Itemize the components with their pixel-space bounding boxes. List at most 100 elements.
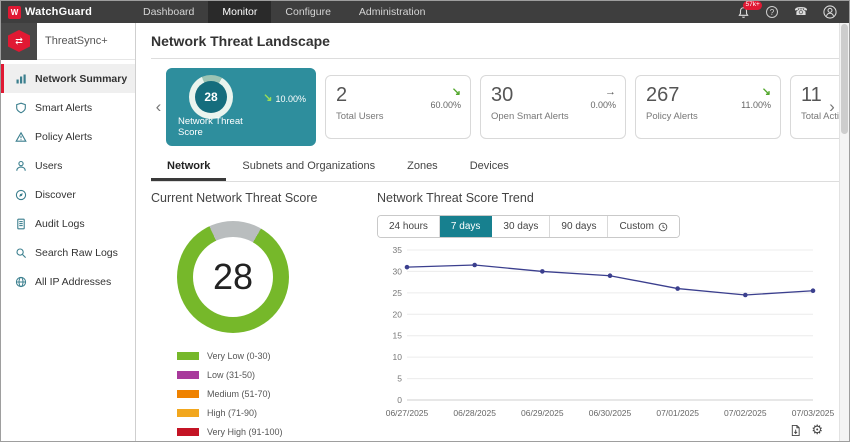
carousel-right-chevron-icon[interactable]: › — [826, 97, 838, 117]
sidebar-item-label: Users — [35, 160, 62, 172]
tab-zones[interactable]: Zones — [391, 152, 454, 181]
sidebar-item-label: Audit Logs — [35, 218, 85, 230]
sidebar-item-smart-alerts[interactable]: Smart Alerts — [1, 93, 135, 122]
legend-label: Low (31-50) — [207, 370, 255, 380]
clock-icon — [658, 222, 668, 232]
card-label: Policy Alerts — [646, 111, 732, 122]
nav-dashboard[interactable]: Dashboard — [129, 1, 208, 23]
summary-card-open-smart-alerts[interactable]: 30 Open Smart Alerts → 0.00% — [480, 75, 626, 139]
notifications-bell-icon[interactable]: 57k+ — [736, 5, 750, 19]
range-90-days[interactable]: 90 days — [550, 216, 608, 237]
time-range-selector: 24 hours 7 days 30 days 90 days Custom — [377, 215, 680, 238]
svg-text:07/02/2025: 07/02/2025 — [724, 408, 767, 418]
carousel-left-chevron-icon[interactable]: ‹ — [151, 97, 166, 117]
watchguard-brand: W WatchGuard — [1, 6, 129, 19]
summary-cards-carousel: ‹ 28 ↘ 10.00% Network Threat Score 2 Tot… — [151, 64, 839, 150]
sidebar-item-label: Network Summary — [35, 73, 127, 85]
summary-card-total-users[interactable]: 2 Total Users ↘ 60.00% — [325, 75, 471, 139]
range-30-days[interactable]: 30 days — [492, 216, 550, 237]
magnifier-icon — [15, 247, 27, 259]
bar-chart-icon — [15, 73, 27, 85]
summary-card-policy-alerts[interactable]: 267 Policy Alerts ↘ 11.00% — [635, 75, 781, 139]
sidebar-item-search-raw-logs[interactable]: Search Raw Logs — [1, 238, 135, 267]
range-custom[interactable]: Custom — [608, 216, 678, 237]
sidebar-item-discover[interactable]: Discover — [1, 180, 135, 209]
svg-text:15: 15 — [393, 331, 403, 341]
warning-triangle-icon — [15, 131, 27, 143]
legend-label: Very Low (0-30) — [207, 351, 271, 361]
vertical-scrollbar[interactable] — [839, 23, 849, 441]
footer-action-icons: ⚙ — [790, 423, 823, 437]
nav-monitor[interactable]: Monitor — [208, 1, 271, 23]
page-title: Network Threat Landscape — [151, 33, 839, 59]
sidebar-menu: Network Summary Smart Alerts Policy Aler… — [1, 60, 135, 296]
settings-gear-icon[interactable]: ⚙ — [811, 423, 823, 437]
score-trend-panel: Network Threat Score Trend 24 hours 7 da… — [377, 191, 839, 441]
svg-text:10: 10 — [393, 352, 403, 362]
trend-down-icon: ↘ — [762, 87, 771, 98]
legend-label: High (71-90) — [207, 408, 257, 418]
main-content: Network Threat Landscape ‹ 28 ↘ 10.00% N… — [137, 23, 839, 441]
range-24-hours[interactable]: 24 hours — [378, 216, 440, 237]
svg-text:06/30/2025: 06/30/2025 — [589, 408, 632, 418]
sidebar-item-label: Discover — [35, 189, 76, 201]
svg-text:30: 30 — [393, 266, 403, 276]
nav-configure[interactable]: Configure — [271, 1, 345, 23]
help-icon[interactable]: ? — [765, 5, 779, 19]
card-label: Open Smart Alerts — [491, 111, 577, 122]
svg-text:25: 25 — [393, 288, 403, 298]
svg-text:20: 20 — [393, 309, 403, 319]
sidebar-item-label: Policy Alerts — [35, 131, 92, 143]
export-report-icon[interactable] — [790, 424, 801, 437]
svg-text:06/27/2025: 06/27/2025 — [386, 408, 429, 418]
tab-network[interactable]: Network — [151, 152, 226, 181]
nav-administration[interactable]: Administration — [345, 1, 440, 23]
tab-subnets-and-organizations[interactable]: Subnets and Organizations — [226, 152, 391, 181]
legend-item-very-low: Very Low (0-30) — [177, 351, 363, 361]
sidebar-item-all-ip-addresses[interactable]: All IP Addresses — [1, 267, 135, 296]
sidebar-item-audit-logs[interactable]: Audit Logs — [1, 209, 135, 238]
card-delta: 0.00% — [590, 100, 616, 110]
legend-item-low: Low (31-50) — [177, 370, 363, 380]
document-icon — [15, 218, 27, 230]
threat-score-gauge: 28 — [177, 221, 289, 333]
trend-title: Network Threat Score Trend — [377, 191, 839, 205]
sidebar-item-network-summary[interactable]: Network Summary — [1, 64, 135, 93]
brand-name: WatchGuard — [25, 6, 92, 18]
svg-text:0: 0 — [397, 395, 402, 405]
watchguard-cloud-app: W WatchGuard Dashboard Monitor Configure… — [0, 0, 850, 442]
watchguard-logo-icon: W — [8, 6, 21, 19]
user-icon — [15, 160, 27, 172]
svg-text:35: 35 — [393, 245, 403, 255]
svg-text:5: 5 — [397, 374, 402, 384]
tab-devices[interactable]: Devices — [454, 152, 525, 181]
legend-item-very-high: Very High (91-100) — [177, 427, 363, 437]
sidebar-item-users[interactable]: Users — [1, 151, 135, 180]
gauge-legend: Very Low (0-30) Low (31-50) Medium (51-7… — [177, 351, 363, 437]
question-mark-icon: ? — [766, 6, 778, 18]
trend-down-icon: ↘ — [452, 87, 461, 98]
sidebar-product-header: ⇄ ThreatSync+ — [1, 23, 135, 60]
support-phone-icon[interactable]: ☎ — [794, 5, 808, 19]
summary-cards-strip: 28 ↘ 10.00% Network Threat Score 2 Total… — [166, 68, 839, 146]
legend-swatch-medium — [177, 390, 199, 398]
account-user-icon[interactable] — [823, 5, 837, 19]
mini-threat-score-donut: 28 — [189, 75, 233, 119]
scrollbar-thumb[interactable] — [841, 24, 848, 134]
primary-nav: Dashboard Monitor Configure Administrati… — [129, 1, 439, 23]
globe-icon — [15, 276, 27, 288]
legend-item-medium: Medium (51-70) — [177, 389, 363, 399]
svg-text:07/03/2025: 07/03/2025 — [792, 408, 835, 418]
sidebar-item-label: Smart Alerts — [35, 102, 92, 114]
sidebar-item-label: Search Raw Logs — [35, 247, 118, 259]
range-7-days[interactable]: 7 days — [440, 216, 492, 237]
summary-card-network-threat-score[interactable]: 28 ↘ 10.00% Network Threat Score — [166, 68, 316, 146]
mini-donut-value: 28 — [204, 90, 217, 104]
product-name: ThreatSync+ — [45, 35, 108, 47]
legend-label: Very High (91-100) — [207, 427, 283, 437]
threatsync-hexagon-icon: ⇄ — [8, 30, 30, 52]
tab-bar: Network Subnets and Organizations Zones … — [151, 152, 839, 182]
sidebar-item-policy-alerts[interactable]: Policy Alerts — [1, 122, 135, 151]
trend-down-icon: ↘ — [263, 93, 272, 104]
svg-text:06/28/2025: 06/28/2025 — [453, 408, 496, 418]
